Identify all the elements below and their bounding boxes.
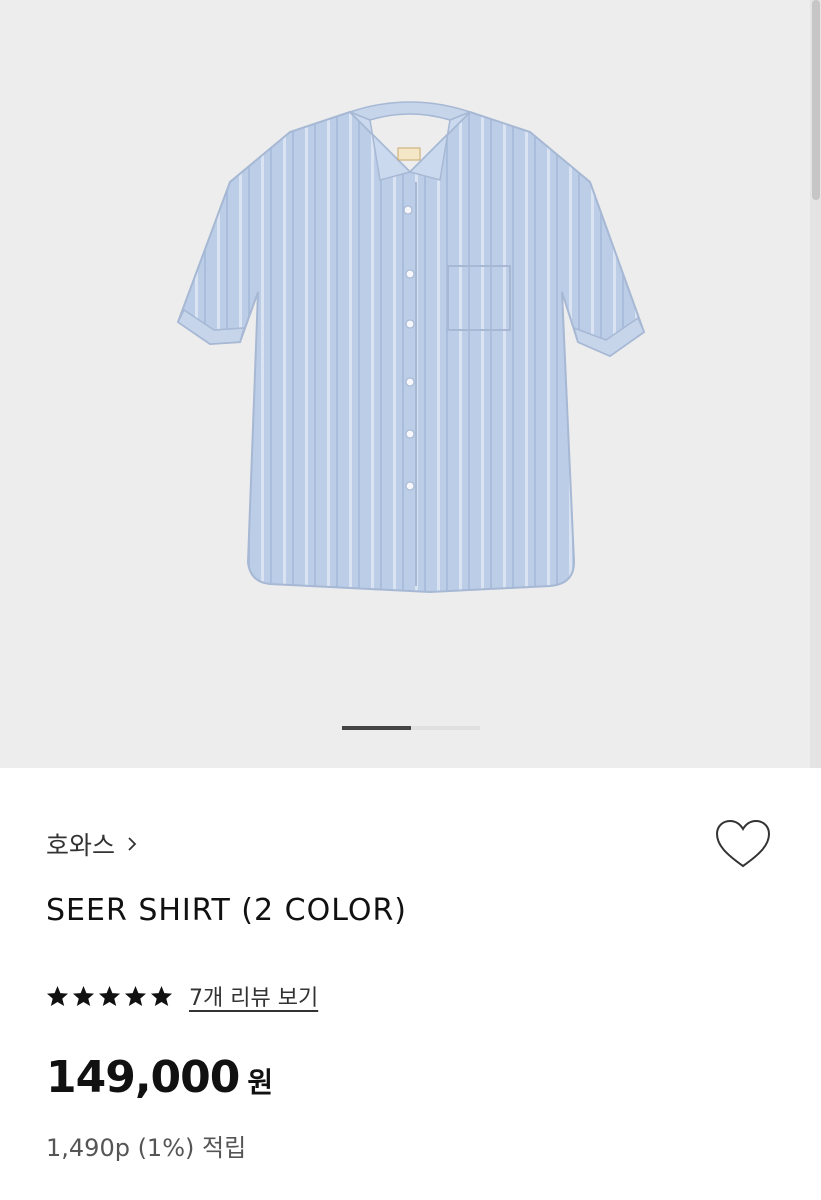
chevron-right-icon <box>128 837 137 851</box>
page-scrollbar[interactable] <box>810 0 821 768</box>
review-link[interactable]: 7개 리뷰 보기 <box>189 980 318 1012</box>
product-image-gallery[interactable] <box>0 0 821 768</box>
price-value: 149,000 <box>46 1052 240 1103</box>
reward-points: 1,490p (1%) 적립 <box>46 1134 247 1162</box>
product-title: SEER SHIRT (2 COLOR) <box>46 893 408 928</box>
gallery-pagination <box>342 726 480 730</box>
gallery-pagination-active <box>342 726 411 730</box>
rating-stars <box>46 985 173 1007</box>
price-row: 149,000 원 <box>46 1052 273 1103</box>
product-image-shirt <box>176 101 646 594</box>
star-filled-icon <box>46 985 69 1007</box>
brand-name[interactable]: 호와스 <box>46 826 115 862</box>
heart-outline-icon[interactable] <box>714 818 772 870</box>
star-filled-icon <box>72 985 95 1007</box>
scrollbar-thumb[interactable] <box>812 0 820 200</box>
price-currency: 원 <box>247 1066 274 1099</box>
star-filled-icon <box>150 985 173 1007</box>
star-filled-icon <box>124 985 147 1007</box>
brand-link[interactable]: 호와스 <box>46 826 139 862</box>
star-filled-icon <box>98 985 121 1007</box>
rating-row: 7개 리뷰 보기 <box>46 980 318 1012</box>
